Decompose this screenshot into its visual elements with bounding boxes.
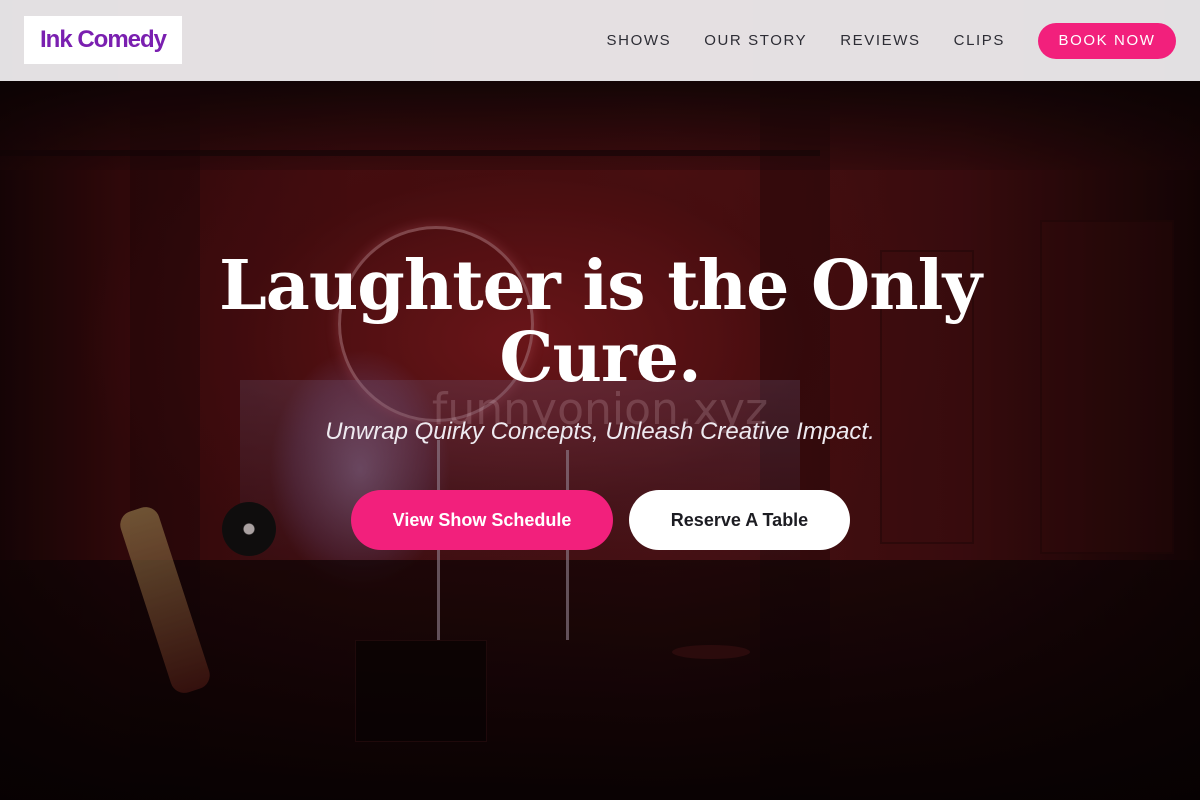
hero-section: Laughter is the Only Cure. funnyonion.xy… — [0, 0, 1200, 800]
reserve-table-button[interactable]: Reserve A Table — [629, 490, 850, 550]
view-show-schedule-button[interactable]: View Show Schedule — [351, 490, 613, 550]
hero-headline: Laughter is the Only Cure. — [218, 246, 982, 398]
hero-subtitle: Unwrap Quirky Concepts, Unleash Creative… — [325, 418, 875, 445]
